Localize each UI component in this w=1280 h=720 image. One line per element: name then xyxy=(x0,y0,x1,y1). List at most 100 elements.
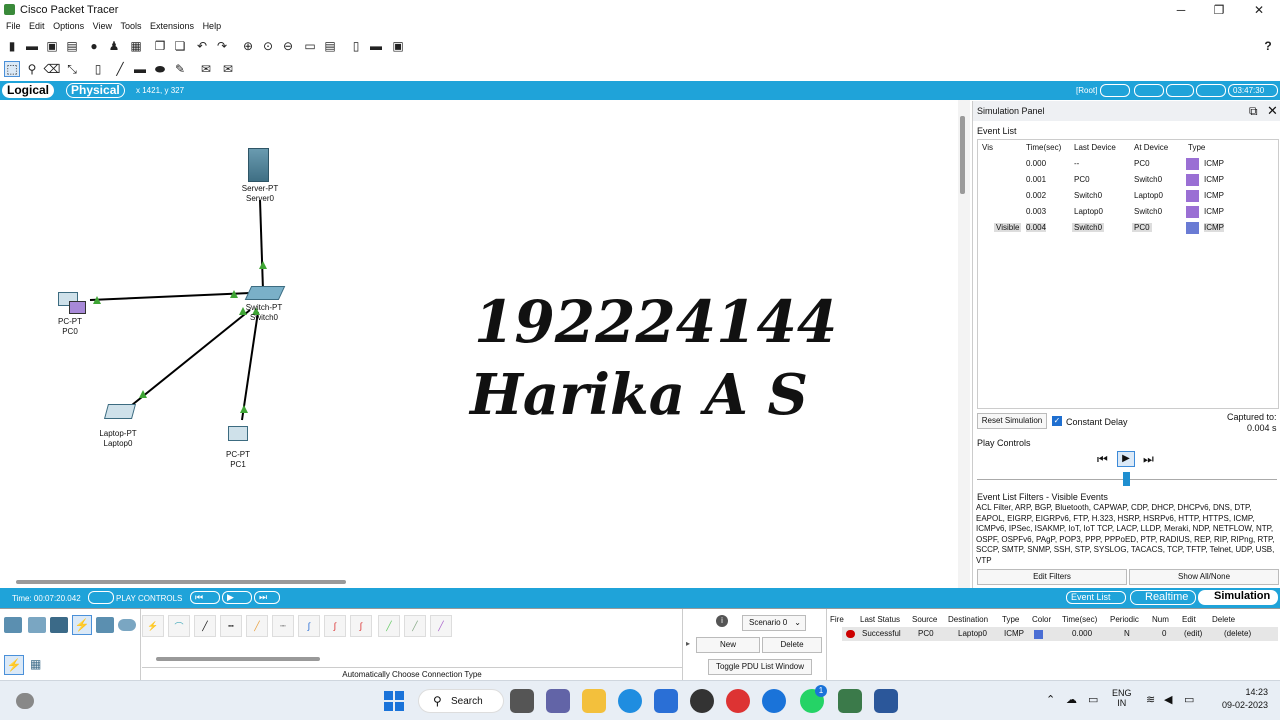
menu-options[interactable]: Options xyxy=(53,21,84,31)
chevron-up-icon[interactable]: ⌃ xyxy=(1046,693,1055,706)
save-icon[interactable]: ▣ xyxy=(44,38,60,54)
new-file-icon[interactable]: ▮ xyxy=(4,38,20,54)
new-scenario-button[interactable]: New xyxy=(696,637,760,653)
octal-cable-icon[interactable]: ╱ xyxy=(378,615,400,637)
laptop-icon[interactable] xyxy=(103,404,137,419)
forward-icon[interactable]: ⏭ xyxy=(254,591,280,604)
connections-icon[interactable]: ⚡ xyxy=(72,615,92,635)
undo-icon[interactable]: ↶ xyxy=(194,38,210,54)
network-info-icon[interactable]: ▬ xyxy=(368,38,384,54)
logical-workspace[interactable]: Server-PT Server0 Switch-PT Switch0 PC-P… xyxy=(0,100,958,588)
notes-icon[interactable]: ▯ xyxy=(348,38,364,54)
network-devices-icon[interactable] xyxy=(4,617,22,633)
close-button[interactable]: ✕ xyxy=(1244,2,1274,18)
tab-physical[interactable]: Physical xyxy=(66,83,125,98)
step-back-icon[interactable]: ⏮ xyxy=(1097,452,1108,467)
screenshot-icon[interactable]: ▣ xyxy=(390,38,406,54)
toggle-pdu-list-button[interactable]: Toggle PDU List Window xyxy=(708,659,812,675)
custom-devices-icon[interactable]: ▤ xyxy=(322,38,338,54)
zoom-in-icon[interactable]: ⊕ xyxy=(240,38,256,54)
drawing-palette-icon[interactable]: ▭ xyxy=(302,38,318,54)
menu-edit[interactable]: Edit xyxy=(29,21,45,31)
task-view-icon[interactable] xyxy=(510,689,534,713)
fiber-cable-icon[interactable]: ╱ xyxy=(246,615,268,637)
paste-icon[interactable]: ❏ xyxy=(172,38,188,54)
word-icon[interactable] xyxy=(874,689,898,713)
info-icon[interactable]: ● xyxy=(86,38,102,54)
simple-pdu-icon[interactable]: ✉ xyxy=(198,61,214,77)
rewind-icon[interactable]: ⏮ xyxy=(190,591,220,604)
edit-filters-button[interactable]: Edit Filters xyxy=(977,569,1127,585)
table-row[interactable]: 0.003 Laptop0 Switch0 ICMP xyxy=(978,204,1278,220)
fire-icon[interactable] xyxy=(846,630,855,638)
menu-view[interactable]: View xyxy=(93,21,112,31)
zoom-out-icon[interactable]: ⊖ xyxy=(280,38,296,54)
end-devices-icon[interactable] xyxy=(28,617,46,633)
step-forward-icon[interactable]: ⏭ xyxy=(1143,452,1154,467)
coaxial-cable-icon[interactable]: ∫ xyxy=(298,615,320,637)
edge-browser-icon[interactable] xyxy=(618,689,642,713)
auto-connection-icon[interactable]: ⚡ xyxy=(142,615,164,637)
table-row-selected[interactable]: Visible 0.004 Switch0 PC0 ICMP xyxy=(978,220,1278,236)
resize-shape-icon[interactable]: ⤡ xyxy=(64,61,80,77)
open-folder-icon[interactable]: ▬ xyxy=(24,38,40,54)
phone-cable-icon[interactable]: ┈ xyxy=(272,615,294,637)
print-icon[interactable]: ▤ xyxy=(64,38,80,54)
tab-logical[interactable]: Logical xyxy=(2,83,55,98)
user-profile-icon[interactable]: ♟ xyxy=(106,38,122,54)
maximize-button[interactable]: ❐ xyxy=(1204,2,1234,18)
serial-dte-icon[interactable]: ∫ xyxy=(350,615,372,637)
show-all-none-button[interactable]: Show All/None xyxy=(1129,569,1279,585)
volume-icon[interactable]: ◀ xyxy=(1164,693,1172,706)
clock[interactable]: 14:23 09-02-2023 xyxy=(1208,687,1268,710)
copy-icon[interactable]: ❐ xyxy=(152,38,168,54)
delete-scenario-button[interactable]: Delete xyxy=(762,637,822,653)
iot-cable-icon[interactable]: ╱ xyxy=(404,615,426,637)
root-label[interactable]: [Root] xyxy=(1076,86,1097,95)
table-row[interactable]: 0.002 Switch0 Laptop0 ICMP xyxy=(978,188,1278,204)
menu-tools[interactable]: Tools xyxy=(120,21,141,31)
minimize-button[interactable]: ─ xyxy=(1166,2,1196,18)
language-indicator[interactable]: ENG IN xyxy=(1112,688,1132,708)
play-icon[interactable]: ▶ xyxy=(222,591,252,604)
constant-delay-checkbox[interactable]: ✓ xyxy=(1052,416,1062,426)
table-row[interactable]: 0.001 PC0 Switch0 ICMP xyxy=(978,172,1278,188)
select-icon[interactable]: ⬚ xyxy=(4,61,20,77)
activity-wizard-icon[interactable]: ▦ xyxy=(128,38,144,54)
menu-extensions[interactable]: Extensions xyxy=(150,21,194,31)
table-row[interactable]: 0.000 -- PC0 ICMP xyxy=(978,156,1278,172)
teams-chat-icon[interactable] xyxy=(546,689,570,713)
delete-icon[interactable]: ⌫ xyxy=(44,61,61,77)
connection-subtype-icon[interactable]: ⚡ xyxy=(4,655,24,675)
scenario-select[interactable]: Scenario 0 ⌄ xyxy=(742,615,806,631)
expand-arrow-icon[interactable]: ▸ xyxy=(686,639,690,648)
undock-icon[interactable]: ⧉ xyxy=(1249,104,1258,119)
components-icon[interactable] xyxy=(50,617,68,633)
simulation-tab[interactable]: Simulation xyxy=(1198,590,1278,605)
packet-tracer-task-icon[interactable] xyxy=(838,689,862,713)
serial-dce-icon[interactable]: ∫ xyxy=(324,615,346,637)
complex-pdu-icon[interactable]: ✉ xyxy=(220,61,236,77)
vertical-scrollbar-thumb[interactable] xyxy=(960,116,965,194)
usb-cable-icon[interactable]: ╱ xyxy=(430,615,452,637)
search-box[interactable]: ⚲ Search xyxy=(418,689,504,713)
play-icon[interactable]: ▶ xyxy=(1117,451,1135,467)
store-icon[interactable] xyxy=(654,689,678,713)
opera-icon[interactable] xyxy=(726,689,750,713)
windows-start-icon[interactable] xyxy=(384,691,404,711)
draw-line-icon[interactable]: ╱ xyxy=(112,61,128,77)
draw-rectangle-icon[interactable]: ▬ xyxy=(132,61,148,77)
crossover-cable-icon[interactable]: ┅ xyxy=(220,615,242,637)
info-icon[interactable]: i xyxy=(716,615,728,627)
redo-icon[interactable]: ↷ xyxy=(214,38,230,54)
grid-icon[interactable]: ▦ xyxy=(30,657,41,671)
menu-file[interactable]: File xyxy=(6,21,21,31)
clock-icon[interactable] xyxy=(88,591,114,604)
zoom-reset-icon[interactable]: ⊙ xyxy=(260,38,276,54)
environment-icon[interactable] xyxy=(1196,84,1226,97)
file-explorer-icon[interactable] xyxy=(582,689,606,713)
pdu-edit-link[interactable]: (edit) xyxy=(1184,629,1202,638)
app-icon[interactable] xyxy=(690,689,714,713)
switch-icon[interactable] xyxy=(244,286,286,300)
misc-devices-icon[interactable] xyxy=(96,617,114,633)
